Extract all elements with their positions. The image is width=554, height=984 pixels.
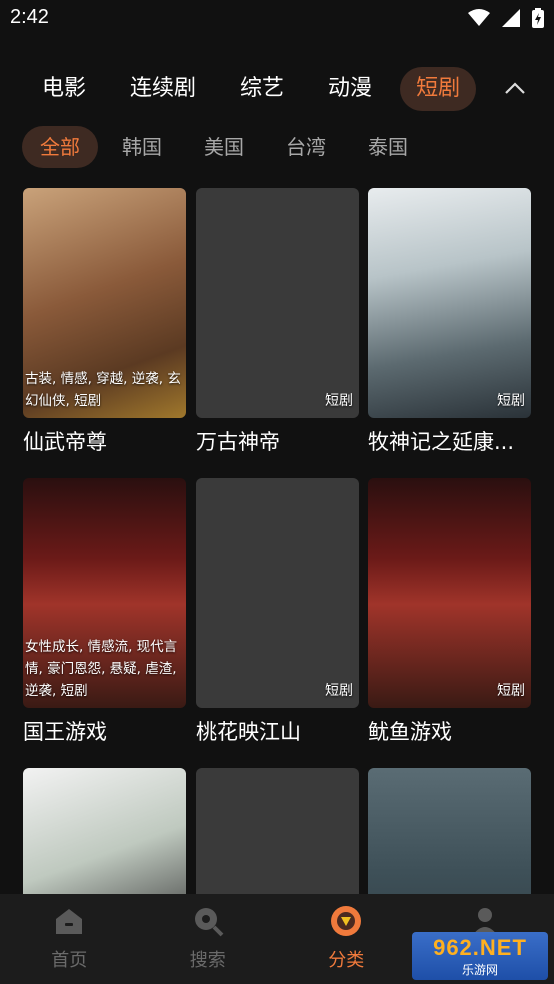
- card-title: 牧神记之延康...: [368, 430, 515, 454]
- poster-image: 短剧: [368, 188, 531, 418]
- region-chip[interactable]: 全部: [22, 126, 98, 168]
- poster-image: 短剧: [196, 188, 359, 418]
- watermark-logo: 962.NET 乐游网: [412, 932, 548, 980]
- watermark-sub: 乐游网: [461, 962, 498, 977]
- card-title: 桃花映江山: [196, 720, 301, 744]
- chevron-up-icon[interactable]: [502, 76, 528, 102]
- status-bar: 2:42: [0, 0, 554, 38]
- card-title: 鱿鱼游戏: [368, 720, 452, 744]
- card-title: 仙武帝尊: [23, 430, 107, 454]
- category-tab[interactable]: 短剧: [400, 67, 477, 111]
- region-filters: 全部 韩国 美国 台湾 泰国: [22, 126, 432, 168]
- drama-card[interactable]: 短剧鱿鱼游戏: [368, 478, 531, 746]
- poster-image: 短剧: [196, 478, 359, 708]
- card-title: 万古神帝: [196, 430, 280, 454]
- nav-label: 分类: [328, 950, 365, 971]
- status-icons: [468, 8, 544, 28]
- region-chip[interactable]: 台湾: [268, 126, 344, 168]
- nav-label: 搜索: [189, 950, 226, 971]
- category-icon: [329, 904, 363, 938]
- region-chip[interactable]: 美国: [186, 126, 262, 168]
- poster-tags: 古装, 情感, 穿越, 逆袭, 玄幻仙侠, 短剧: [25, 371, 181, 409]
- drama-card[interactable]: 短剧牧神记之延康...: [368, 188, 531, 456]
- status-time: 2:42: [10, 6, 49, 28]
- home-icon: [52, 904, 86, 938]
- category-tabs: 电影 连续剧 综艺 动漫 短剧: [26, 66, 488, 112]
- region-chip[interactable]: 韩国: [104, 126, 180, 168]
- type-badge: 短剧: [325, 683, 353, 699]
- type-badge: 短剧: [497, 393, 525, 409]
- nav-item[interactable]: 分类: [277, 894, 416, 984]
- poster-image: 短剧: [368, 478, 531, 708]
- poster-image: 古装, 情感, 穿越, 逆袭, 玄幻仙侠, 短剧: [23, 188, 186, 418]
- battery-icon: [532, 8, 544, 28]
- drama-card[interactable]: 短剧万古神帝: [196, 188, 359, 456]
- category-tab[interactable]: 电影: [26, 67, 102, 111]
- nav-item[interactable]: 搜索: [139, 894, 278, 984]
- search-icon: [191, 904, 225, 938]
- drama-card[interactable]: 短剧桃花映江山: [196, 478, 359, 746]
- poster-image: 女性成长, 情感流, 现代言情, 豪门恩怨, 悬疑, 虐渣, 逆袭, 短剧: [23, 478, 186, 708]
- poster-tags: 女性成长, 情感流, 现代言情, 豪门恩怨, 悬疑, 虐渣, 逆袭, 短剧: [25, 639, 178, 699]
- signal-icon: [502, 9, 520, 27]
- drama-card[interactable]: 女性成长, 情感流, 现代言情, 豪门恩怨, 悬疑, 虐渣, 逆袭, 短剧国王游…: [23, 478, 186, 746]
- type-badge: 短剧: [497, 683, 525, 699]
- type-badge: 短剧: [325, 393, 353, 409]
- category-tab[interactable]: 综艺: [224, 67, 300, 111]
- nav-item[interactable]: 首页: [0, 894, 139, 984]
- watermark-main: 962.NET: [433, 934, 527, 960]
- card-title: 国王游戏: [23, 720, 107, 744]
- wifi-icon: [468, 9, 490, 26]
- category-tab[interactable]: 动漫: [312, 67, 388, 111]
- nav-label: 首页: [51, 950, 88, 971]
- region-chip[interactable]: 泰国: [350, 126, 426, 168]
- category-tab[interactable]: 连续剧: [114, 67, 212, 111]
- drama-card[interactable]: 古装, 情感, 穿越, 逆袭, 玄幻仙侠, 短剧仙武帝尊: [23, 188, 186, 456]
